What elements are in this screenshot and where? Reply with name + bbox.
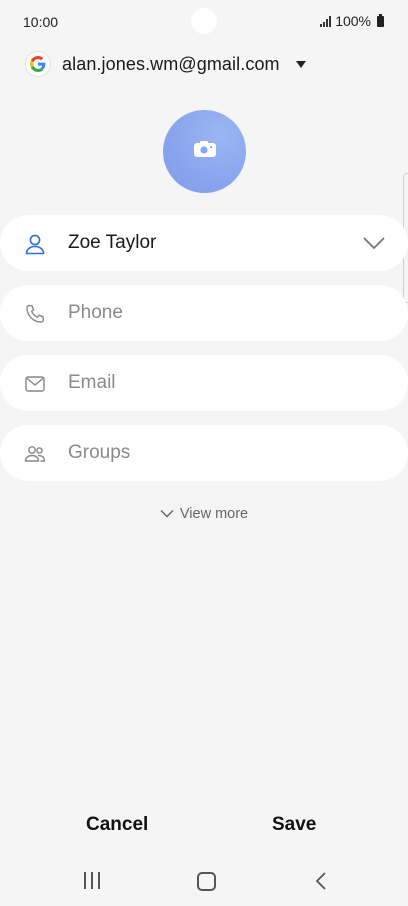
navigation-bar — [0, 862, 408, 906]
account-selector[interactable]: alan.jones.wm@gmail.com — [26, 52, 306, 76]
groups-field[interactable]: Groups — [0, 425, 408, 481]
recent-apps-icon[interactable] — [84, 872, 100, 889]
camera-icon — [193, 140, 217, 163]
email-placeholder: Email — [68, 372, 116, 393]
view-more-label: View more — [179, 506, 249, 522]
status-indicators: 100% — [320, 13, 384, 29]
name-field[interactable]: Zoe Taylor — [0, 215, 408, 271]
account-email: alan.jones.wm@gmail.com — [62, 53, 280, 74]
battery-percentage: 100% — [335, 13, 371, 29]
contact-photo-button[interactable] — [163, 110, 246, 193]
camera-cutout — [191, 8, 217, 34]
person-icon — [24, 233, 46, 255]
phone-placeholder: Phone — [68, 302, 123, 323]
mail-icon — [24, 373, 46, 395]
name-value: Zoe Taylor — [68, 232, 157, 253]
phone-field[interactable]: Phone — [0, 285, 408, 341]
home-icon[interactable] — [197, 872, 216, 891]
status-bar: 10:00 100% — [0, 0, 408, 44]
phone-icon — [24, 303, 46, 325]
google-logo-icon — [26, 52, 50, 76]
status-time: 10:00 — [23, 14, 59, 30]
save-button[interactable]: Save — [272, 814, 316, 836]
signal-icon — [320, 15, 332, 27]
email-field[interactable]: Email — [0, 355, 408, 411]
battery-icon — [377, 13, 384, 27]
groups-placeholder: Groups — [68, 442, 131, 463]
back-icon[interactable] — [315, 871, 327, 896]
chevron-down-icon[interactable] — [362, 235, 386, 251]
caret-down-icon — [295, 60, 306, 68]
people-icon — [24, 443, 46, 465]
view-more-button[interactable]: View more — [0, 506, 408, 522]
chevron-down-icon — [160, 506, 174, 522]
cancel-button[interactable]: Cancel — [86, 814, 148, 836]
